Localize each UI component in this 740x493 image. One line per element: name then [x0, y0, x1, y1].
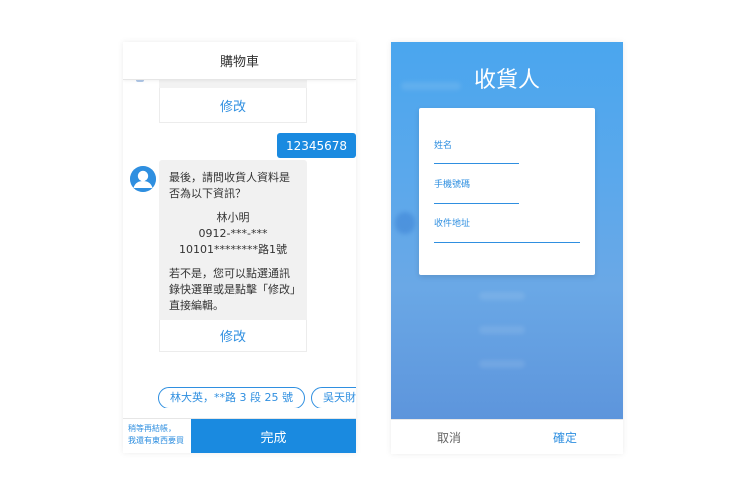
edit-button-label: 修改: [219, 330, 246, 345]
bot-message-bubble: 最後，請問收貨人資料是否為以下資訊？ 林小明 0912-***-*** 1010…: [159, 160, 307, 320]
previous-bubble-tail: [159, 80, 307, 88]
recipient-form: 姓名 手機號碼 收件地址: [419, 108, 595, 275]
recipient-address-text: 10101********路1號: [179, 243, 287, 256]
address-field[interactable]: [434, 242, 580, 243]
complete-button-label: 完成: [260, 431, 287, 446]
recipient-phone-text: 0912-***-***: [198, 227, 268, 240]
cancel-button-label: 取消: [436, 430, 461, 445]
confirm-button[interactable]: 確定: [507, 420, 623, 454]
recipient-screen: 收貨人 姓名 手機號碼 收件地址 取消 確定: [391, 42, 623, 454]
user-message-bubble: 12345678: [277, 133, 356, 158]
complete-button[interactable]: 完成: [191, 419, 356, 453]
cancel-button[interactable]: 取消: [391, 420, 507, 454]
edit-button-label: 修改: [219, 99, 246, 115]
edit-button-previous[interactable]: 修改: [159, 88, 307, 123]
continue-shopping-line1: 稍等再結帳，: [128, 424, 176, 433]
page-title: 收貨人: [473, 68, 540, 93]
name-field[interactable]: [434, 163, 519, 164]
address-chip[interactable]: 林大英，**路 3 段 25 號: [158, 387, 305, 408]
blur-shape: [479, 292, 525, 300]
blur-shape: [479, 360, 525, 368]
name-label: 姓名: [434, 141, 453, 151]
recipient-footer: 取消 確定: [391, 419, 623, 454]
continue-shopping-line2: 我還有東西要買: [128, 436, 184, 445]
continue-shopping-button[interactable]: 稍等再結帳， 我還有東西要買: [123, 419, 191, 453]
address-chip[interactable]: 吳天財，**: [310, 387, 356, 408]
bot-avatar: [130, 166, 156, 192]
user-silhouette-icon: [130, 166, 156, 192]
page-title: 購物車: [219, 55, 259, 70]
address-quick-chips: 林大英，**路 3 段 25 號吳天財，**: [158, 386, 356, 408]
phone-label: 手機號碼: [434, 180, 471, 190]
blur-shape: [479, 326, 525, 334]
confirm-button-label: 確定: [552, 430, 577, 445]
recipient-name-text: 林小明: [216, 211, 250, 224]
blur-shape: [395, 212, 415, 234]
bot-hint-text: 若不是，您可以點選通訊錄快選單或是點擊「修改」直接編輯。: [169, 267, 296, 312]
cart-footer: 稍等再結帳， 我還有東西要買 完成: [123, 418, 356, 453]
cart-screen: 購物車 修改 12345678 最後，請問收貨人資料是否為以下資訊？ 林小明 0…: [123, 42, 356, 453]
edit-button[interactable]: 修改: [159, 320, 307, 352]
bot-question-text: 最後，請問收貨人資料是否為以下資訊？: [169, 171, 290, 200]
cart-header: 購物車: [123, 42, 356, 80]
user-message-text: 12345678: [285, 138, 348, 153]
phone-field[interactable]: [434, 203, 519, 204]
address-label: 收件地址: [434, 219, 471, 229]
